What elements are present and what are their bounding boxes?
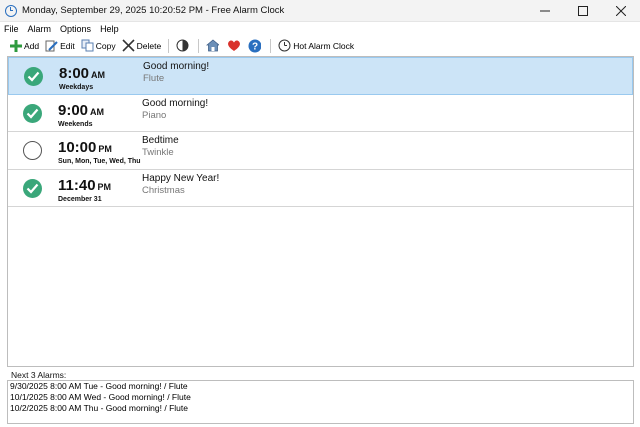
alarm-time: 11:40 PM [58, 177, 111, 194]
alarm-time-value: 11:40 [58, 176, 96, 194]
add-button[interactable]: Add [6, 37, 42, 54]
menu-alarm[interactable]: Alarm [24, 24, 57, 34]
delete-button[interactable]: Delete [119, 37, 165, 54]
alarm-days: Weekends [58, 120, 93, 128]
alarm-enabled-checkbox[interactable] [23, 141, 42, 160]
delete-label: Delete [136, 40, 162, 51]
alarm-ampm: PM [97, 181, 112, 192]
alarm-days: Sun, Mon, Tue, Wed, Thu [58, 158, 141, 165]
alarm-label: Good morning! [142, 97, 209, 109]
alarm-enabled-checkbox[interactable] [23, 178, 42, 198]
menu-options[interactable]: Options [56, 24, 96, 34]
alarm-ampm: PM [98, 144, 112, 154]
alarm-sound: Flute [143, 73, 165, 84]
svg-text:?: ? [252, 41, 258, 52]
help-icon: ? [248, 39, 262, 52]
next-alarm-item: 9/30/2025 8:00 AM Tue - Good morning! / … [10, 381, 188, 391]
copy-button[interactable]: Copy [78, 37, 119, 54]
contrast-icon [176, 39, 189, 52]
alarm-clock-icon [5, 4, 17, 17]
close-icon [616, 5, 626, 16]
edit-label: Edit [60, 40, 75, 51]
alarm-enabled-checkbox[interactable] [23, 103, 42, 123]
edit-icon [45, 39, 58, 52]
alarm-time: 8:00 AM [59, 65, 105, 82]
alarm-enabled-checkbox[interactable] [24, 67, 43, 86]
alarm-ampm: AM [90, 106, 105, 117]
window-title: Monday, September 29, 2025 10:20:52 PM -… [22, 5, 285, 16]
check-icon [26, 108, 39, 119]
copy-label: Copy [95, 40, 116, 51]
minimize-button[interactable] [526, 0, 564, 22]
alarm-sound: Christmas [142, 184, 185, 196]
help-button[interactable]: ? [245, 37, 266, 54]
hot-alarm-clock-icon [278, 39, 291, 52]
alarm-days: Weekdays [59, 84, 94, 91]
alarm-time-value: 8:00 [59, 65, 90, 82]
alarm-sound: Piano [142, 109, 167, 121]
close-button[interactable] [602, 0, 640, 22]
alarm-row[interactable]: 10:00 PM Sun, Mon, Tue, Wed, Thu Bedtime … [8, 132, 633, 170]
alarm-time: 10:00 PM [58, 139, 112, 156]
alarm-label: Good morning! [143, 61, 210, 72]
toolbar-separator [270, 38, 272, 53]
minimize-icon [540, 10, 550, 11]
delete-icon [122, 39, 135, 52]
alarm-row[interactable]: 9:00 AM Weekends Good morning! Piano [8, 95, 633, 132]
alarm-row[interactable]: 11:40 PM December 31 Happy New Year! Chri… [8, 170, 633, 207]
maximize-button[interactable] [564, 0, 602, 22]
next-alarms-box: 9/30/2025 8:00 AM Tue - Good morning! / … [7, 380, 634, 424]
alarm-label: Happy New Year! [142, 172, 220, 184]
add-label: Add [24, 40, 40, 51]
next-alarms-label: Next 3 Alarms: [11, 370, 67, 380]
alarm-time-value: 10:00 [58, 139, 97, 156]
home-button[interactable] [203, 37, 224, 54]
hot-alarm-clock-label: Hot Alarm Clock [293, 40, 355, 51]
toolbar-separator [168, 38, 170, 53]
menu-file[interactable]: File [0, 24, 24, 34]
alarm-time: 9:00 AM [58, 102, 104, 119]
check-icon [27, 71, 40, 82]
alarm-list: 8:00 AM Weekdays Good morning! Flute 9:00… [7, 56, 634, 367]
alarm-ampm: AM [91, 70, 106, 80]
heart-button[interactable] [224, 37, 245, 54]
alarm-sound: Twinkle [142, 147, 174, 158]
title-bar: Monday, September 29, 2025 10:20:52 PM -… [0, 0, 640, 22]
edit-button[interactable]: Edit [42, 37, 78, 54]
check-icon [26, 183, 39, 194]
alarm-label: Bedtime [142, 135, 179, 146]
toolbar: Add Edit Copy Delete ? Hot Alarm Clock [0, 36, 640, 55]
home-icon [206, 39, 220, 52]
hot-alarm-clock-button[interactable]: Hot Alarm Clock [275, 37, 357, 54]
maximize-icon [578, 5, 588, 16]
copy-icon [81, 39, 94, 52]
menu-help[interactable]: Help [96, 24, 124, 34]
alarm-row[interactable]: 8:00 AM Weekdays Good morning! Flute [8, 57, 633, 95]
next-alarm-item: 10/1/2025 8:00 AM Wed - Good morning! / … [10, 392, 191, 402]
alarm-time-value: 9:00 [58, 101, 89, 119]
heart-icon [227, 39, 241, 52]
toolbar-separator [198, 38, 200, 53]
menu-bar: File Alarm Options Help [0, 22, 640, 36]
add-icon [9, 39, 22, 52]
contrast-button[interactable] [173, 37, 194, 54]
next-alarm-item: 10/2/2025 8:00 AM Thu - Good morning! / … [10, 403, 188, 413]
alarm-days: December 31 [58, 195, 102, 203]
